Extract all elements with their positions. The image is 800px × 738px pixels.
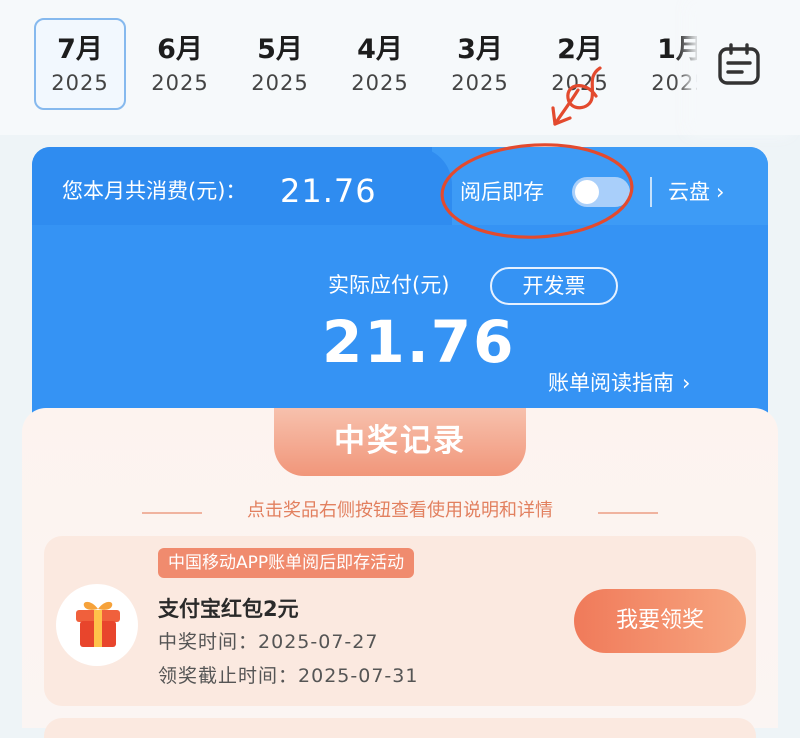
- read-then-save-toggle[interactable]: [572, 177, 630, 207]
- prize-name: 支付宝红包2元: [158, 597, 299, 621]
- month-label: 6月: [157, 34, 203, 65]
- actual-payable-label: 实际应付(元): [328, 273, 450, 297]
- month-tab-mar[interactable]: 3月 2025: [434, 18, 526, 110]
- win-time-row: 中奖时间：2025-07-27: [158, 629, 378, 655]
- calendar-button[interactable]: [697, 0, 800, 135]
- invoice-button[interactable]: 开发票: [490, 267, 618, 305]
- month-tab-jun[interactable]: 6月 2025: [134, 18, 226, 110]
- month-label: 7月: [57, 34, 103, 65]
- month-label: 3月: [457, 34, 503, 65]
- deadline-value: 2025-07-31: [298, 665, 419, 687]
- bill-card: 您本月共消费(元)： 21.76 阅后即存 云盘 › 实际应付(元) 开发票 21…: [32, 147, 768, 437]
- calendar-icon: [718, 43, 760, 85]
- year-label: 2025: [251, 71, 309, 95]
- toggle-knob: [575, 180, 599, 204]
- chevron-right-icon: ›: [716, 180, 725, 204]
- prize-record-title: 中奖记录: [334, 423, 466, 459]
- month-label: 5月: [257, 34, 303, 65]
- month-tab-jul[interactable]: 7月 2025: [34, 18, 126, 110]
- month-label: 4月: [357, 34, 403, 65]
- cloud-disk-label: 云盘: [668, 180, 710, 204]
- claim-prize-button[interactable]: 我要领奖: [574, 589, 746, 653]
- monthly-consumption-label: 您本月共消费(元)：: [62, 179, 247, 203]
- monthly-consumption-value: 21.76: [280, 172, 377, 210]
- month-tab-bar: 7月 2025 6月 2025 5月 2025 4月 2025 3月 2025 …: [0, 0, 800, 135]
- bill-guide-label: 账单阅读指南: [548, 371, 674, 395]
- next-prize-item: [44, 718, 756, 738]
- month-tab-may[interactable]: 5月 2025: [234, 18, 326, 110]
- year-label: 2025: [51, 71, 109, 95]
- cloud-disk-link[interactable]: 云盘 ›: [668, 178, 724, 206]
- year-label: 2025: [551, 71, 609, 95]
- win-time-label: 中奖时间：: [158, 631, 259, 653]
- win-time-value: 2025-07-27: [258, 631, 379, 653]
- year-label: 2025: [451, 71, 509, 95]
- bill-guide-link[interactable]: 账单阅读指南 ›: [548, 369, 690, 397]
- prize-hint: 点击奖品右侧按钮查看使用说明和详情: [247, 500, 553, 521]
- gift-icon: [76, 601, 120, 647]
- divider: [650, 177, 652, 207]
- month-label: 2月: [557, 34, 603, 65]
- month-tab-feb[interactable]: 2月 2025: [534, 18, 626, 110]
- deadline-label: 领奖截止时间：: [158, 665, 299, 687]
- activity-tag: 中国移动APP账单阅后即存活动: [158, 548, 415, 578]
- month-tab-apr[interactable]: 4月 2025: [334, 18, 426, 110]
- year-label: 2025: [151, 71, 209, 95]
- actual-payable-value: 21.76: [322, 308, 516, 376]
- deadline-row: 领奖截止时间：2025-07-31: [158, 663, 418, 689]
- year-label: 2025: [351, 71, 409, 95]
- chevron-right-icon: ›: [682, 371, 691, 395]
- read-then-save-label: 阅后即存: [460, 180, 544, 204]
- hint-line-right: [598, 512, 658, 514]
